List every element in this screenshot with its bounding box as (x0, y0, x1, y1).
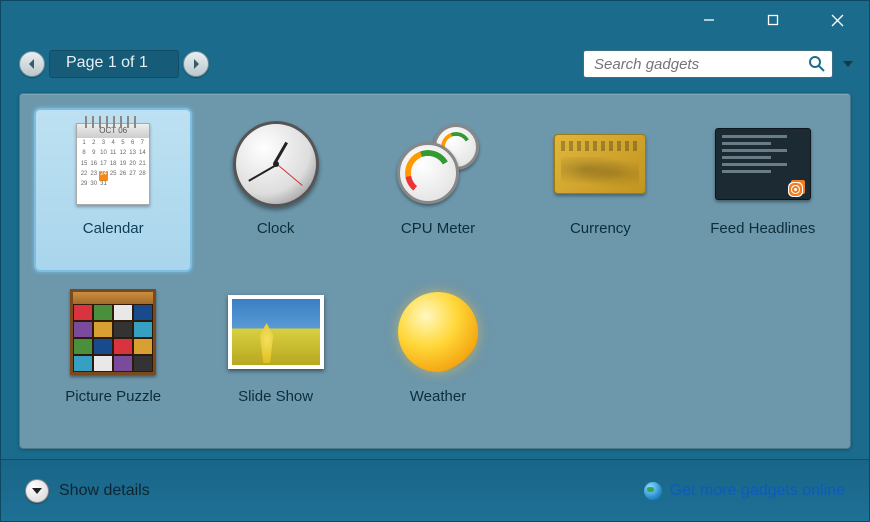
pager: Page 1 of 1 (19, 50, 209, 78)
search-input[interactable] (594, 56, 804, 73)
calendar-icon: OCT 06 1234567 891011121314 151617181920… (63, 116, 163, 212)
gadget-label: Currency (570, 220, 631, 237)
get-more-gadgets-link[interactable]: Get more gadgets online (644, 482, 845, 500)
maximize-button[interactable] (741, 1, 805, 39)
gadget-label: Calendar (83, 220, 144, 237)
gadget-currency[interactable]: Currency (521, 108, 679, 272)
gadget-calendar[interactable]: OCT 06 1234567 891011121314 151617181920… (34, 108, 192, 272)
chevron-down-icon (25, 479, 49, 503)
search-wrap (583, 50, 853, 78)
globe-icon (644, 482, 662, 500)
more-link-label: Get more gadgets online (670, 482, 845, 500)
page-prev-button[interactable] (19, 51, 45, 77)
gadget-gallery-window: Page 1 of 1 OCT 06 1234567 (0, 0, 870, 522)
gadget-feed-headlines[interactable]: Feed Headlines (684, 108, 842, 272)
gadget-label: Slide Show (238, 388, 313, 405)
slideshow-icon (226, 284, 326, 380)
gadget-clock[interactable]: Clock (196, 108, 354, 272)
cpu-meter-icon (388, 116, 488, 212)
titlebar (1, 1, 869, 39)
page-next-button[interactable] (183, 51, 209, 77)
gadget-label: CPU Meter (401, 220, 475, 237)
puzzle-icon (63, 284, 163, 380)
weather-icon (388, 284, 488, 380)
search-box[interactable] (583, 50, 833, 78)
gadget-picture-puzzle[interactable]: Picture Puzzle (34, 276, 192, 440)
currency-icon (550, 116, 650, 212)
feed-icon (713, 116, 813, 212)
gadget-label: Clock (257, 220, 295, 237)
gadget-label: Feed Headlines (710, 220, 815, 237)
toolbar: Page 1 of 1 (1, 39, 869, 89)
gadget-label: Weather (410, 388, 466, 405)
page-indicator: Page 1 of 1 (49, 50, 179, 78)
gadget-weather[interactable]: Weather (359, 276, 517, 440)
show-details-toggle[interactable]: Show details (25, 479, 150, 503)
gadget-slide-show[interactable]: Slide Show (196, 276, 354, 440)
gadget-label: Picture Puzzle (65, 388, 161, 405)
clock-icon (226, 116, 326, 212)
gadget-grid: OCT 06 1234567 891011121314 151617181920… (19, 93, 851, 449)
search-icon[interactable] (808, 55, 826, 77)
footer: Show details Get more gadgets online (1, 459, 869, 521)
search-filter-dropdown[interactable] (843, 61, 853, 67)
gadget-cpu-meter[interactable]: CPU Meter (359, 108, 517, 272)
minimize-button[interactable] (677, 1, 741, 39)
show-details-label: Show details (59, 482, 150, 500)
calendar-month-label: OCT 06 (77, 124, 149, 138)
close-button[interactable] (805, 1, 869, 39)
